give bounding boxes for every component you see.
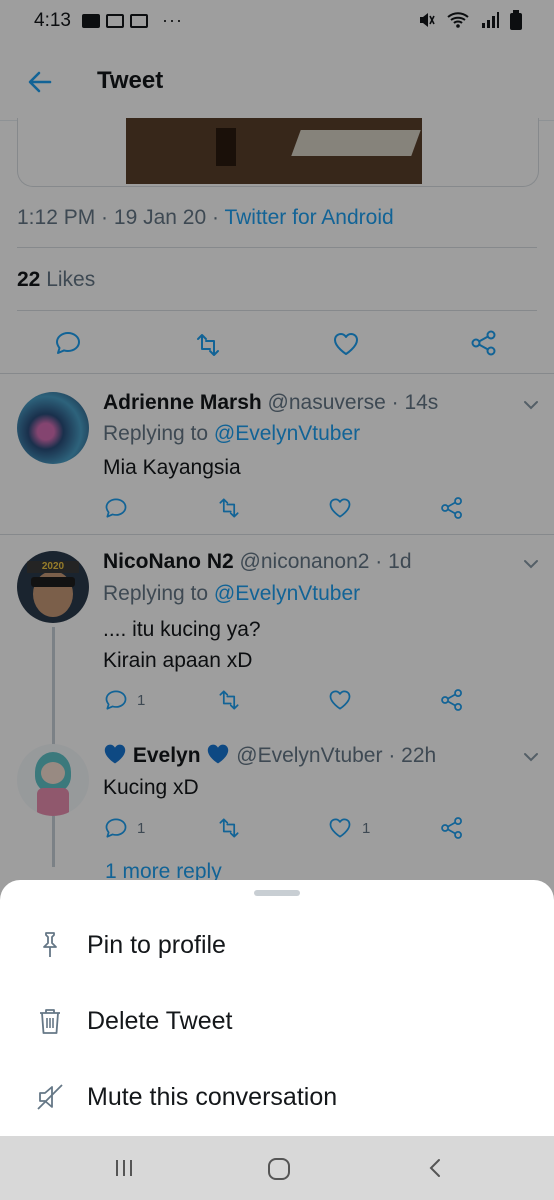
back-nav-icon[interactable] bbox=[424, 1156, 448, 1180]
pin-icon bbox=[43, 932, 57, 957]
menu-item-label: Pin to profile bbox=[87, 931, 226, 959]
trash-icon bbox=[40, 1009, 60, 1034]
menu-item-label: Mute this conversation bbox=[87, 1083, 338, 1111]
menu-item-pin-to-profile[interactable]: Pin to profile bbox=[0, 914, 554, 978]
sheet-drag-handle[interactable] bbox=[254, 890, 300, 896]
system-navigation-bar bbox=[0, 1136, 554, 1200]
tweet-options-sheet: Pin to profile Delete Tweet Mute this co… bbox=[0, 880, 554, 1136]
recent-apps-icon[interactable] bbox=[112, 1156, 136, 1180]
menu-item-label: Delete Tweet bbox=[87, 1007, 233, 1035]
mute-icon bbox=[37, 1084, 63, 1110]
menu-item-mute-conversation[interactable]: Mute this conversation bbox=[0, 1066, 554, 1130]
menu-item-delete-tweet[interactable]: Delete Tweet bbox=[0, 990, 554, 1054]
home-icon[interactable] bbox=[266, 1156, 292, 1182]
